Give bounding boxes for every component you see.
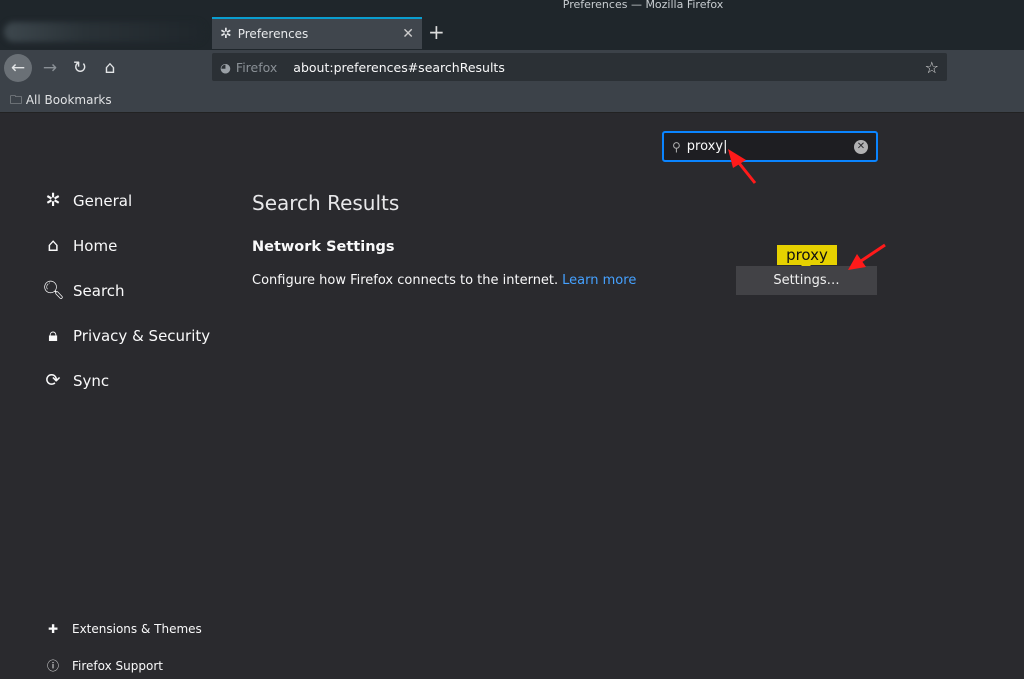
description-text: Configure how Firefox connects to the in… xyxy=(252,273,559,288)
forward-button[interactable]: → xyxy=(36,54,64,82)
extensions-themes-link[interactable]: ✚ Extensions & Themes xyxy=(44,622,202,636)
lock-icon: 🔒︎ xyxy=(48,325,58,346)
window-title: Preferences — Mozilla Firefox xyxy=(562,0,724,11)
help-icon: ⓘ xyxy=(46,659,59,673)
bookmarks-toolbar: 🗀 All Bookmarks xyxy=(0,86,1024,113)
tab-preferences[interactable]: ✲ Preferences ✕ xyxy=(212,17,422,49)
firefox-support-link[interactable]: ⓘ Firefox Support xyxy=(44,657,163,674)
search-input[interactable]: ⚲ proxy | ✕ xyxy=(662,131,878,162)
sidebar-item-label: Privacy & Security xyxy=(73,326,211,345)
title-bar: Preferences — Mozilla Firefox ✲ Preferen… xyxy=(0,0,1024,50)
sidebar-item-label: General xyxy=(73,191,133,210)
footer-label: Extensions & Themes xyxy=(72,622,202,636)
sidebar-item-label: Sync xyxy=(73,371,110,390)
clear-search-icon[interactable]: ✕ xyxy=(854,139,868,154)
url-bar[interactable]: ◕ Firefox about:preferences#searchResult… xyxy=(212,53,947,81)
search-icon: ⚲ xyxy=(672,139,681,154)
all-bookmarks[interactable]: All Bookmarks xyxy=(26,93,112,107)
url-text[interactable]: about:preferences#searchResults xyxy=(293,60,505,75)
sidebar-item-general[interactable]: ✲ General xyxy=(42,190,132,211)
home-button[interactable]: ⌂ xyxy=(96,54,124,82)
nav-toolbar: ← → ↻ ⌂ ◕ Firefox about:preferences#sear… xyxy=(0,50,1024,86)
search-value[interactable]: proxy xyxy=(687,139,723,154)
back-button[interactable]: ← xyxy=(4,54,32,82)
reload-button[interactable]: ↻ xyxy=(66,54,94,82)
bookmark-star-icon[interactable]: ☆ xyxy=(925,58,939,77)
sidebar-item-privacy[interactable]: 🔒︎ Privacy & Security xyxy=(42,325,210,346)
tab-label: Preferences xyxy=(237,27,309,41)
home-icon: ⌂ xyxy=(47,235,59,256)
sync-icon: ⟳ xyxy=(45,370,61,391)
gear-icon: ✲ xyxy=(45,190,61,211)
sidebar-item-label: Home xyxy=(73,236,118,255)
search-highlight-badge: proxy xyxy=(777,245,837,270)
section-description: Configure how Firefox connects to the in… xyxy=(252,273,636,288)
close-tab-icon[interactable]: ✕ xyxy=(402,26,414,42)
folder-icon: 🗀 xyxy=(10,93,23,107)
page-title: Search Results xyxy=(252,191,400,215)
settings-button[interactable]: Settings… xyxy=(736,266,877,295)
identity-label: Firefox xyxy=(235,59,278,75)
puzzle-icon: ✚ xyxy=(47,622,59,636)
blurred-tab xyxy=(4,22,204,42)
gear-icon: ✲ xyxy=(220,26,232,42)
sidebar-item-sync[interactable]: ⟳ Sync xyxy=(42,370,109,391)
footer-label: Firefox Support xyxy=(72,658,163,673)
sidebar-item-label: Search xyxy=(73,281,125,300)
learn-more-link[interactable]: Learn more xyxy=(562,273,636,288)
sidebar-item-search[interactable]: 🔍︎ Search xyxy=(42,280,125,301)
section-title: Network Settings xyxy=(252,239,395,255)
new-tab-button[interactable]: + xyxy=(428,20,445,44)
search-icon: 🔍︎ xyxy=(42,280,65,301)
firefox-icon: ◕ xyxy=(220,59,231,75)
sidebar-item-home[interactable]: ⌂ Home xyxy=(42,235,117,256)
